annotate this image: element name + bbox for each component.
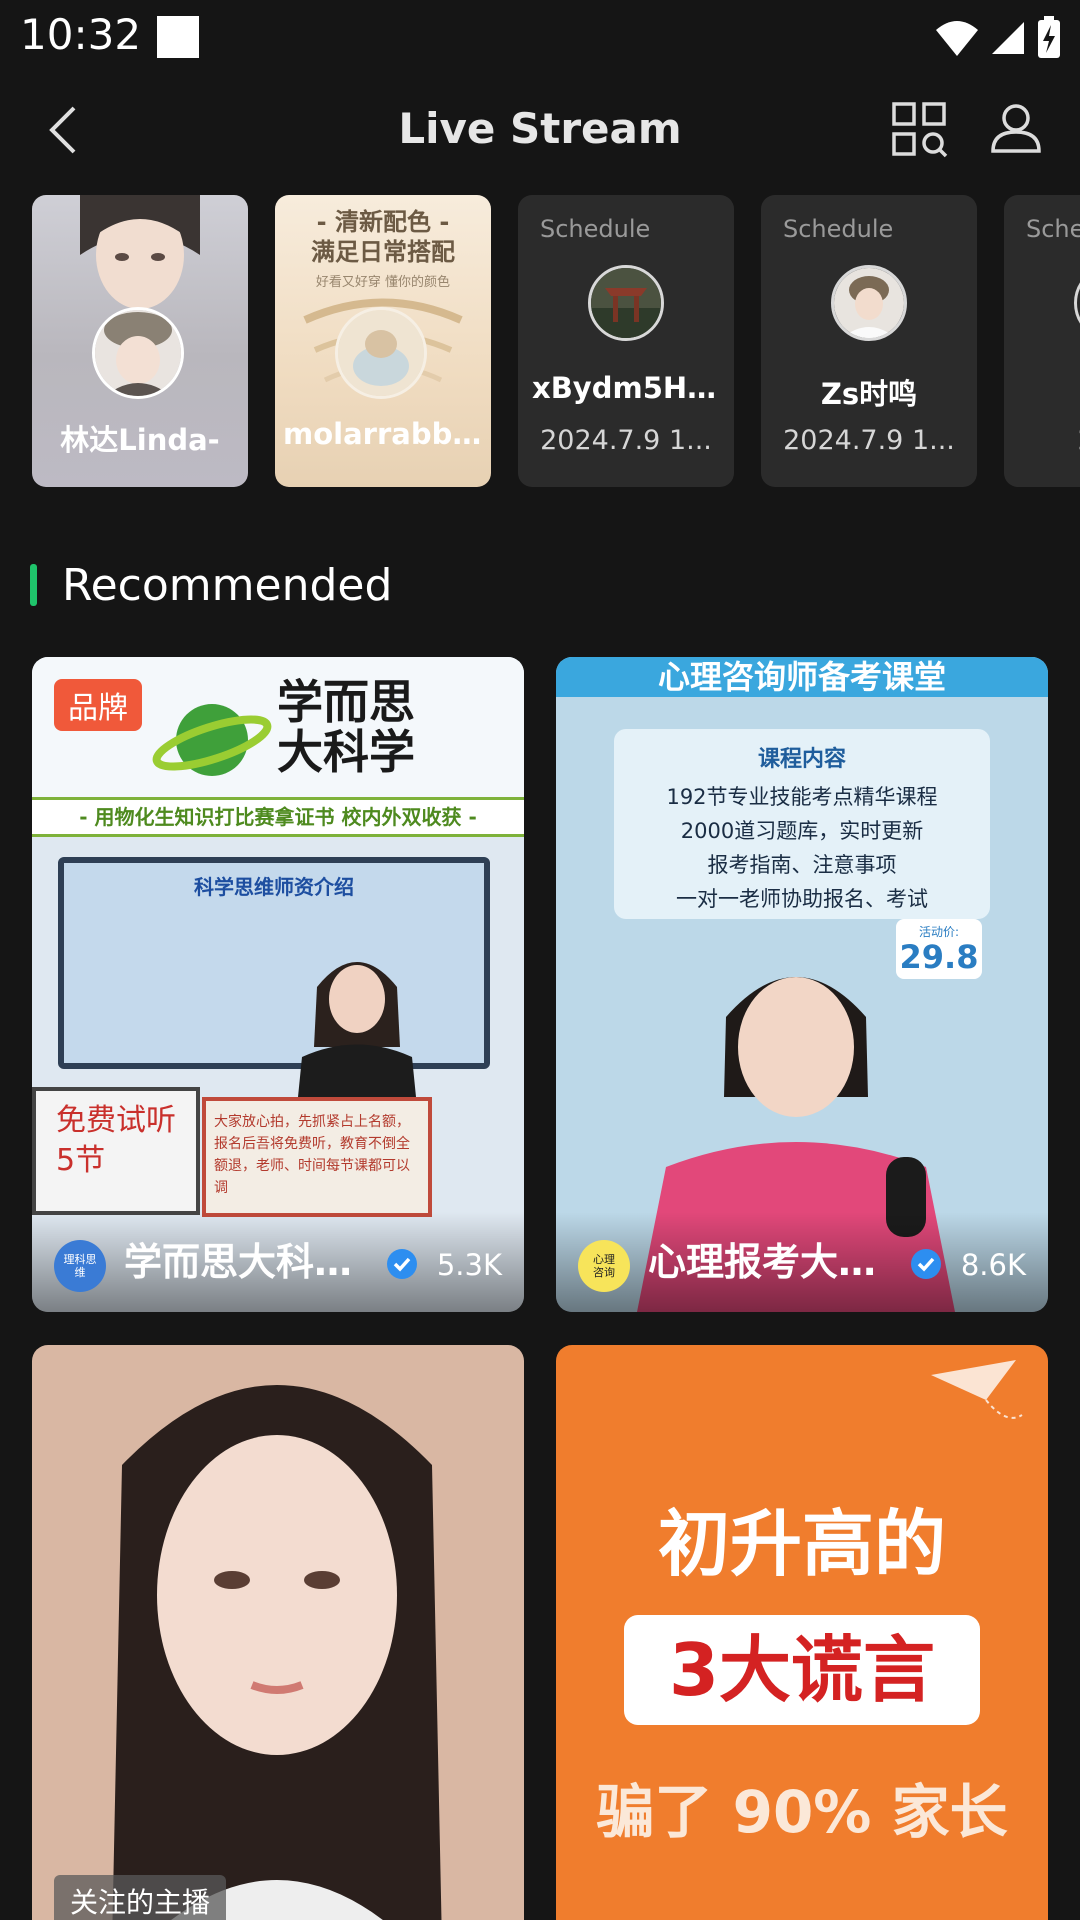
course-panel: 课程内容 192节专业技能考点精华课程 2000道习题库，实时更新 报考指南、注… xyxy=(614,729,990,919)
section-title: Recommended xyxy=(62,559,393,611)
streamer-photo xyxy=(112,1385,442,1920)
cover-top-text: 心理咨询师备考课堂 xyxy=(556,657,1048,697)
viewer-count: 8.6K xyxy=(960,1248,1026,1282)
host-name: xBydm5Ho... xyxy=(532,371,720,405)
host-avatar xyxy=(1074,265,1080,341)
host-name: Zs时鸣 xyxy=(820,377,918,411)
host-avatar: 心理咨询 xyxy=(578,1240,630,1292)
panel-line: 192节专业技能考点精华课程 xyxy=(666,785,938,809)
poster-title: - 清新配色 - 满足日常搭配 xyxy=(311,208,455,266)
schedule-time: 2024.7.9 1... xyxy=(783,425,955,456)
streamer-avatar xyxy=(335,307,427,399)
verified-icon xyxy=(911,1249,941,1279)
schedule-card[interactable]: Schedule xBydm5Ho... 2024.7.9 1... xyxy=(518,195,734,487)
brand-badge: 品牌 xyxy=(54,679,142,731)
story-name: molarrabb... xyxy=(283,417,483,451)
follow-badge: 关注的主播 xyxy=(54,1875,227,1920)
story-card[interactable]: 林达Linda- xyxy=(32,195,248,487)
card-footer: 心理咨询 心理报考大... 8.6K xyxy=(556,1212,1048,1312)
streamer-avatar xyxy=(92,307,184,399)
status-time: 10:32 xyxy=(20,10,142,59)
schedule-card[interactable]: Schedule 叶 2024 xyxy=(1004,195,1080,487)
panel-line: 报考指南、注意事项 xyxy=(707,853,897,877)
cover-headline: 初升高的 xyxy=(657,1502,946,1586)
recommended-header: Recommended xyxy=(30,559,393,611)
schedule-time: 2024 xyxy=(1018,425,1080,456)
host-avatar xyxy=(831,265,907,341)
battery-charging-icon xyxy=(1038,16,1060,58)
header: Live Stream xyxy=(0,90,1080,170)
schedule-label: Schedule xyxy=(1026,215,1080,243)
cellular-signal-icon xyxy=(992,22,1024,54)
live-card[interactable]: 学而思 大科学 - 用物化生知识打比赛拿证书 校内外双收获 - 科学思维师资介绍… xyxy=(32,657,524,1312)
story-name: 林达Linda- xyxy=(60,423,220,457)
streamer-photo xyxy=(80,195,200,309)
host-name: 学而思大科... xyxy=(124,1240,354,1284)
profile-icon xyxy=(991,104,1041,153)
live-card[interactable]: 心理咨询师备考课堂 课程内容 192节专业技能考点精华课程 2000道习题库，实… xyxy=(556,657,1048,1312)
host-avatar-label: 心理咨询 xyxy=(593,1253,615,1279)
story-card[interactable]: - 清新配色 - 满足日常搭配 好看又好穿 懂你的颜色 molarrabb... xyxy=(275,195,491,487)
schedule-label: Schedule xyxy=(783,215,894,243)
whiteboard-text: 免费试听 5节 xyxy=(56,1103,176,1178)
cover-banner: - 用物化生知识打比赛拿证书 校内外双收获 - xyxy=(32,797,524,837)
cover-sign: 大家放心拍，先抓紧占上名额，报名后吾将免费听，教育不倒全额退，老师、时间每节课都… xyxy=(202,1097,432,1217)
panel-line: 一对一老师协助报名、考试 xyxy=(676,887,928,911)
story-strip: 林达Linda- - 清新配色 - 满足日常搭配 好看又好穿 懂你的颜色 mol… xyxy=(0,195,1080,487)
host-avatar-label: 理科思维 xyxy=(63,1253,97,1279)
card-footer: 理科思维 学而思大科... 5.3K xyxy=(32,1212,524,1312)
schedule-time: 2024.7.9 1... xyxy=(540,425,712,456)
paper-plane-icon xyxy=(931,1360,1023,1419)
cover-highlight: 3大谎言 xyxy=(624,1615,980,1725)
host-name: 心理报考大... xyxy=(648,1240,878,1284)
schedule-card[interactable]: Schedule Zs时鸣 2024.7.9 1... xyxy=(761,195,977,487)
scan-button[interactable] xyxy=(892,102,948,158)
wifi-icon xyxy=(936,21,978,56)
profile-button[interactable] xyxy=(990,102,1042,154)
cover-subline: 骗了 90% 家长 xyxy=(596,1778,1008,1846)
status-bar: 10:32 xyxy=(0,0,1080,78)
host-name: 叶 xyxy=(1018,371,1080,413)
schedule-label: Schedule xyxy=(540,215,651,243)
live-card[interactable]: 关注的主播 xyxy=(32,1345,524,1920)
planet-logo-icon xyxy=(152,704,272,776)
viewer-count: 5.3K xyxy=(436,1248,502,1282)
host-avatar xyxy=(588,265,664,341)
section-accent-bar xyxy=(30,564,37,606)
live-card[interactable]: 初升高的 3大谎言 骗了 90% 家长 xyxy=(556,1345,1048,1920)
host-avatar: 理科思维 xyxy=(54,1240,106,1292)
status-icons xyxy=(934,16,1062,60)
scan-grid-icon xyxy=(892,102,948,158)
panel-title: 课程内容 xyxy=(757,747,846,772)
panel-line: 2000道习题库，实时更新 xyxy=(680,819,924,843)
verified-icon xyxy=(387,1249,417,1279)
poster-subtitle: 好看又好穿 懂你的颜色 xyxy=(315,275,451,290)
cover-whiteboard: 免费试听 5节 xyxy=(32,1087,200,1215)
notification-icon xyxy=(157,16,199,58)
board-title: 科学思维师资介绍 xyxy=(194,875,354,899)
live-stream-page: 10:32 Live Stream 林达Linda- - 清新配色 - 满足日常… xyxy=(0,0,1080,1920)
cover-brand-title: 学而思 大科学 xyxy=(277,675,415,779)
